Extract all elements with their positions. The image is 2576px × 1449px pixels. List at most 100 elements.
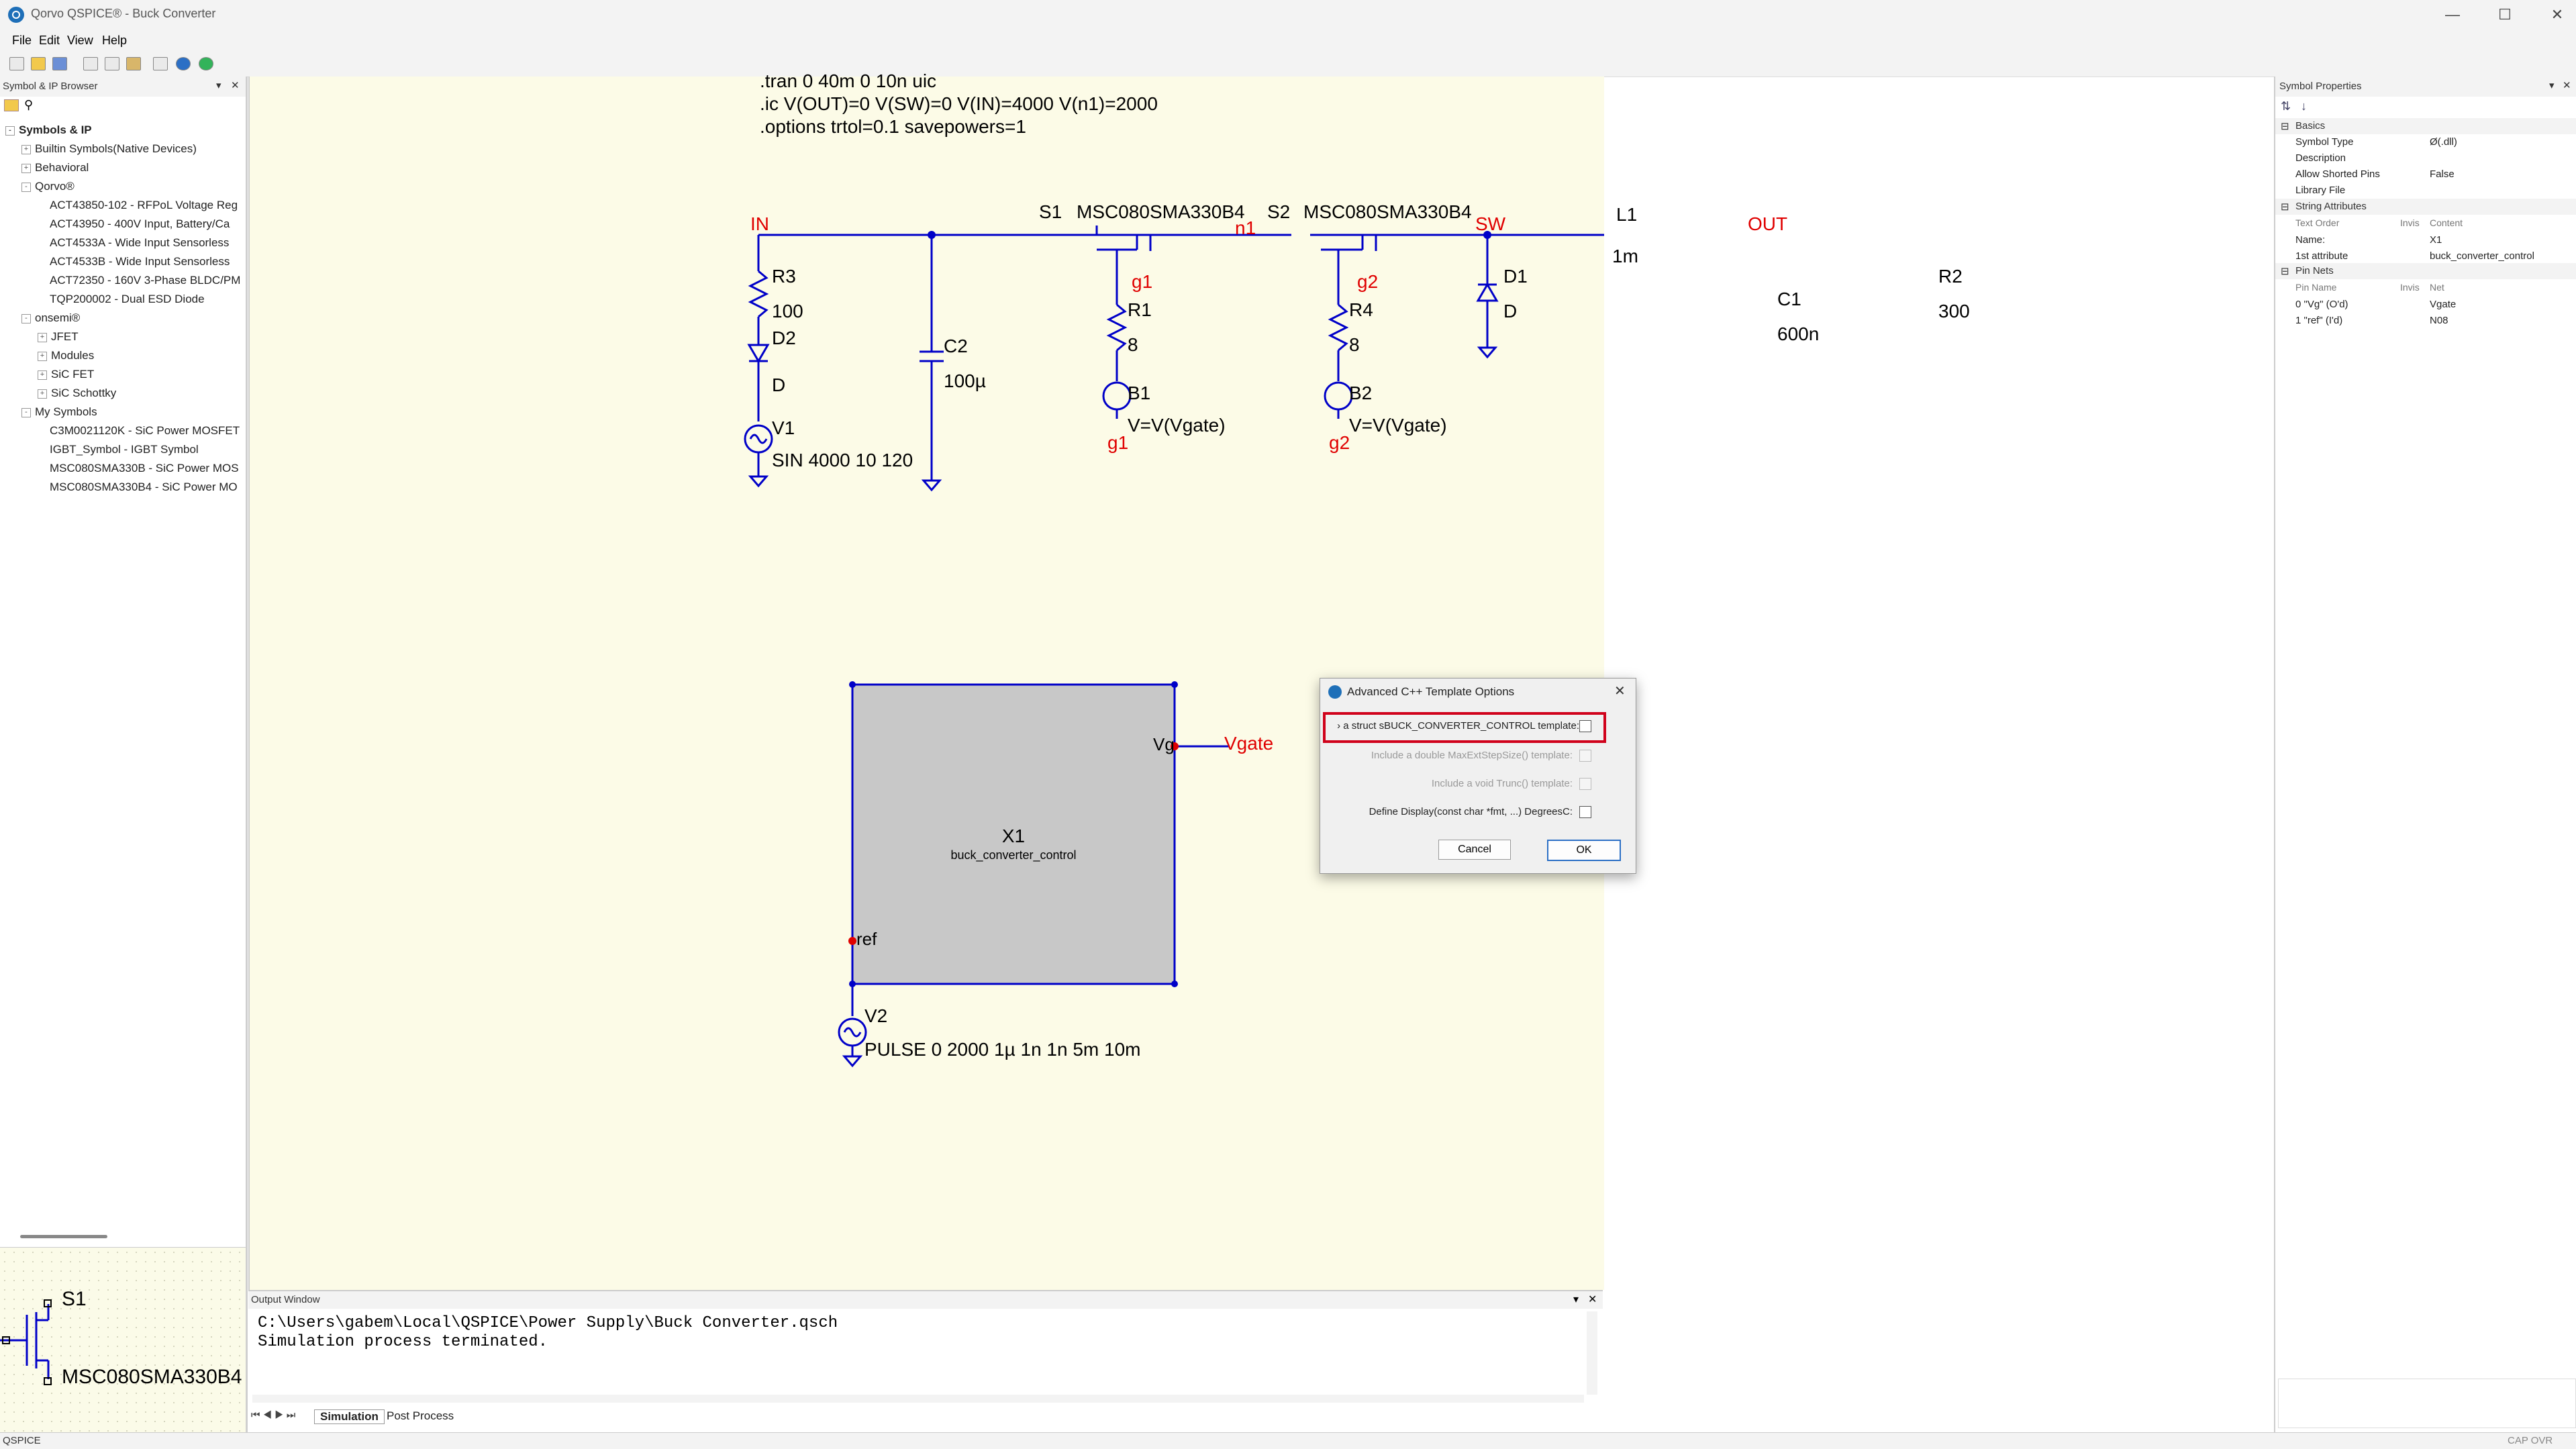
r1-name[interactable]: R1 [1128,299,1152,321]
pane-close-icon[interactable]: ✕ [231,79,240,91]
r2-name[interactable]: R2 [1938,266,1963,287]
pane-close-icon[interactable]: ✕ [2563,79,2571,91]
menu-help[interactable]: Help [102,34,127,48]
tree-item[interactable]: ACT72350 - 160V 3-Phase BLDC/PM [5,274,244,293]
s2-name[interactable]: S2 [1267,201,1290,223]
close-button[interactable]: ✕ [2540,4,2575,26]
c1-value[interactable]: 600n [1777,323,1819,345]
b1-name[interactable]: B1 [1128,383,1150,404]
tree-item[interactable]: + JFET [5,330,244,349]
paste-icon[interactable] [126,57,141,70]
option-trunc-checkbox[interactable] [1579,778,1591,790]
property-row[interactable]: Symbol Type Ø(.dll) [2275,134,2576,150]
s1-name[interactable]: S1 [1039,201,1062,223]
property-row[interactable]: 0 "Vg" (O'd) Vgate [2275,297,2576,313]
v2-value[interactable]: PULSE 0 2000 1µ 1n 1n 5m 10m [864,1039,1141,1060]
horizontal-scrollbar[interactable] [20,1235,107,1238]
r4-value[interactable]: 8 [1349,334,1360,356]
pane-menu-icon[interactable]: ▾ [216,79,221,91]
categorized-sort-icon[interactable]: ⇅ [2281,99,2291,113]
expand-icon[interactable]: + [38,351,47,361]
tree-root[interactable]: - Symbols & IP [5,123,244,142]
c2-name[interactable]: C2 [944,336,968,357]
net-label-vgate[interactable]: Vgate [1224,733,1273,754]
alphabetical-sort-icon[interactable]: ↓ [2301,99,2307,113]
tree-item[interactable]: MSC080SMA330B - SiC Power MOS [5,462,244,481]
d2-name[interactable]: D2 [772,328,796,349]
print-icon[interactable] [153,57,168,70]
tree-item[interactable]: ACT43850-102 - RFPoL Voltage Reg [5,199,244,217]
expand-icon[interactable]: + [38,389,47,399]
tab-nav-arrows[interactable]: ⏮ ◀ ▶ ⏭ [251,1409,295,1421]
net-label-out[interactable]: OUT [1748,213,1787,235]
tree-item[interactable]: + Modules [5,349,244,368]
cancel-button[interactable]: Cancel [1438,840,1511,860]
b2-value[interactable]: V=V(Vgate) [1349,415,1447,436]
c2-value[interactable]: 100µ [944,370,986,392]
net-label-sw[interactable]: SW [1475,213,1505,235]
save-icon[interactable] [52,57,67,70]
tree-item[interactable]: MSC080SMA330B4 - SiC Power MO [5,481,244,499]
tree-item[interactable]: - Qorvo® [5,180,244,199]
x1-name[interactable]: X1 [852,826,1175,847]
dialog-close-icon[interactable]: ✕ [1614,683,1626,699]
net-label-g2[interactable]: g2 [1357,271,1378,293]
l1-value[interactable]: 1m [1612,246,1638,267]
d1-value[interactable]: D [1503,301,1517,322]
tree-item[interactable]: IGBT_Symbol - IGBT Symbol [5,443,244,462]
menu-file[interactable]: File [12,34,32,48]
tree-item[interactable]: TQP200002 - Dual ESD Diode [5,293,244,311]
x1-value[interactable]: buck_converter_control [852,848,1175,862]
property-value[interactable]: X1 [2430,232,2442,248]
net-label-in[interactable]: IN [750,213,769,235]
pane-menu-icon[interactable]: ▾ [2549,79,2555,91]
folder-icon[interactable] [4,99,19,111]
tree-item[interactable]: + Behavioral [5,161,244,180]
v2-name[interactable]: V2 [864,1005,887,1027]
sim-directives[interactable]: .tran 0 40m 0 10n uic .ic V(OUT)=0 V(SW)… [760,70,1158,138]
r3-value[interactable]: 100 [772,301,803,322]
pin-nets-section[interactable]: ⊟ Pin Nets [2275,263,2576,279]
tree-item[interactable]: C3M0021120K - SiC Power MOSFET [5,424,244,443]
property-row[interactable]: 1 "ref" (I'd) N08 [2275,313,2576,329]
collapse-icon[interactable]: - [21,182,31,192]
pane-close-icon[interactable]: ✕ [1588,1293,1597,1306]
ok-button[interactable]: OK [1547,840,1621,861]
v1-value[interactable]: SIN 4000 10 120 [772,450,913,471]
pane-menu-icon[interactable]: ▾ [1573,1293,1579,1306]
net-label-g1[interactable]: g1 [1132,271,1152,293]
open-folder-icon[interactable] [31,57,46,70]
cut-icon[interactable] [83,57,98,70]
option-display-checkbox[interactable] [1579,806,1591,818]
property-row[interactable]: Name: X1 [2275,232,2576,248]
run-icon[interactable] [199,57,213,70]
string-attributes-section[interactable]: ⊟ String Attributes [2275,199,2576,215]
r2-value[interactable]: 300 [1938,301,1970,322]
property-value[interactable]: False [2430,166,2455,183]
collapse-icon[interactable]: - [21,313,31,323]
l1-name[interactable]: L1 [1616,204,1637,226]
tree-item[interactable]: ACT4533A - Wide Input Sensorless [5,236,244,255]
output-hscrollbar[interactable] [252,1395,1584,1403]
s1-part[interactable]: MSC080SMA330B4 [1077,201,1245,223]
property-value[interactable]: N08 [2430,313,2448,329]
option-maxstep-checkbox[interactable] [1579,750,1591,762]
basics-section[interactable]: ⊟ Basics [2275,118,2576,134]
property-row[interactable]: Allow Shorted Pins False [2275,166,2576,183]
binoculars-icon[interactable]: ⚲ [24,98,33,112]
net-label-g2-b2[interactable]: g2 [1329,432,1350,454]
help-icon[interactable] [176,57,191,70]
tree-item[interactable]: + Builtin Symbols(Native Devices) [5,142,244,161]
r1-value[interactable]: 8 [1128,334,1138,356]
tree-item[interactable]: ACT4533B - Wide Input Sensorless [5,255,244,274]
expand-icon[interactable]: + [21,163,31,173]
expand-icon[interactable]: + [38,332,47,342]
c1-name[interactable]: C1 [1777,289,1801,310]
expand-icon[interactable]: + [38,370,47,380]
r3-name[interactable]: R3 [772,266,796,287]
property-value[interactable]: buck_converter_control [2430,248,2534,264]
tree-item[interactable]: + SiC FET [5,368,244,387]
d1-name[interactable]: D1 [1503,266,1528,287]
property-value[interactable]: Ø(.dll) [2430,134,2457,150]
property-row[interactable]: Description [2275,150,2576,166]
